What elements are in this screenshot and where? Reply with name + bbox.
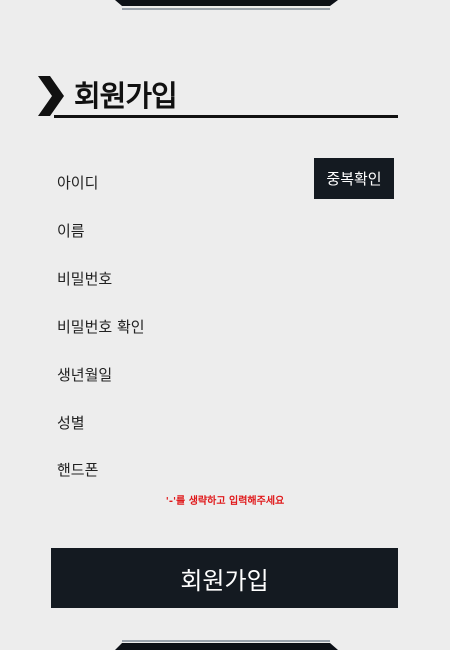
page-title: 회원가입 bbox=[74, 79, 178, 113]
field-label-phone: 핸드폰 bbox=[57, 461, 99, 479]
field-label-birthdate: 생년월일 bbox=[57, 366, 113, 384]
title-row: 회원가입 bbox=[38, 74, 400, 118]
signup-submit-button[interactable]: 회원가입 bbox=[51, 548, 398, 608]
field-label-id: 아이디 bbox=[57, 174, 99, 192]
field-label-name: 이름 bbox=[57, 222, 85, 240]
phone-hint: '-'를 생략하고 입력해주세요 bbox=[165, 496, 285, 507]
top-decoration bbox=[122, 8, 330, 10]
field-label-password: 비밀번호 bbox=[57, 270, 113, 288]
field-label-gender: 성별 bbox=[57, 414, 85, 432]
duplicate-check-button[interactable]: 중복확인 bbox=[314, 158, 394, 199]
title-underline bbox=[54, 115, 398, 118]
field-label-password-confirm: 비밀번호 확인 bbox=[57, 318, 145, 336]
window-frame: 회원가입 아이디 중복확인 이름 비밀번호 비밀번호 확인 생년월일 성별 핸드… bbox=[0, 0, 450, 650]
chevron-right-icon bbox=[38, 76, 64, 116]
bottom-decoration bbox=[122, 640, 330, 642]
